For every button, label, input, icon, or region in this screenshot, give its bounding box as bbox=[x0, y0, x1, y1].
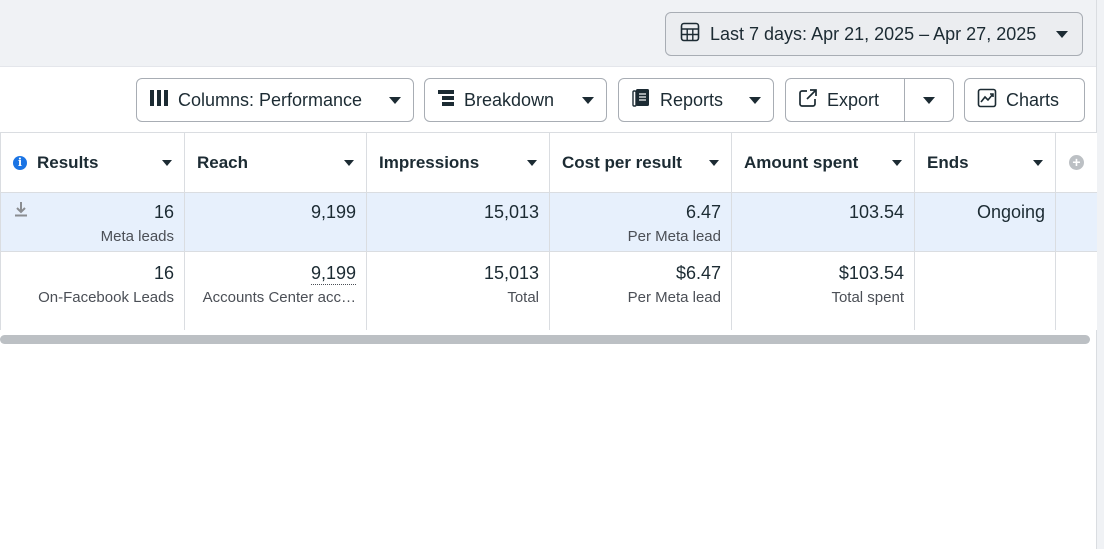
header-label: Reach bbox=[197, 152, 249, 172]
chevron-down-icon[interactable] bbox=[1033, 159, 1043, 166]
cell-ends: Ongoing bbox=[915, 193, 1056, 251]
cell-amount-spent: 103.54 bbox=[732, 193, 915, 251]
ends-value: Ongoing bbox=[976, 202, 1045, 222]
table-row[interactable]: 16 Meta leads 9,199 15,013 6.47 Per Meta… bbox=[1, 193, 1097, 252]
results-sub: Meta leads bbox=[100, 228, 174, 245]
chevron-down-icon bbox=[1056, 30, 1068, 38]
header-impressions[interactable]: Impressions bbox=[367, 133, 550, 192]
date-range-label: Last 7 days: Apr 21, 2025 – Apr 27, 2025 bbox=[710, 23, 1037, 44]
cell-empty bbox=[1056, 193, 1097, 251]
ads-manager-page: Last 7 days: Apr 21, 2025 – Apr 27, 2025… bbox=[0, 0, 1104, 549]
reports-icon bbox=[631, 88, 651, 113]
info-icon[interactable]: i bbox=[13, 155, 27, 170]
header-label: Impressions bbox=[379, 152, 480, 172]
reports-label: Reports bbox=[660, 89, 724, 110]
chevron-down-icon[interactable] bbox=[709, 159, 719, 166]
cost-sub: Per Meta lead bbox=[627, 289, 721, 306]
cell-reach: 9,199 Accounts Center acc… bbox=[185, 252, 367, 330]
cell-amount-spent: $103.54 Total spent bbox=[732, 252, 915, 330]
columns-button[interactable]: Columns: Performance bbox=[136, 78, 414, 122]
charts-button[interactable]: Charts bbox=[964, 78, 1085, 122]
chevron-down-icon[interactable] bbox=[162, 159, 172, 166]
chevron-down-icon bbox=[582, 96, 594, 104]
header-label: Results bbox=[37, 152, 99, 172]
amount-value: 103.54 bbox=[848, 202, 904, 222]
chevron-down-icon[interactable] bbox=[892, 159, 902, 166]
results-value: 16 bbox=[153, 202, 174, 222]
cell-reach: 9,199 bbox=[185, 193, 367, 251]
chevron-down-icon[interactable] bbox=[527, 159, 537, 166]
breakdown-label: Breakdown bbox=[464, 89, 555, 110]
charts-label: Charts bbox=[1006, 89, 1060, 110]
impressions-sub: Total bbox=[507, 289, 539, 306]
breakdown-icon bbox=[437, 89, 455, 112]
cell-cost-per-result: $6.47 Per Meta lead bbox=[550, 252, 732, 330]
table-header-row: i Results Reach Impressions Cost per res… bbox=[1, 133, 1097, 193]
results-value: 16 bbox=[153, 263, 174, 283]
cost-sub: Per Meta lead bbox=[627, 228, 721, 245]
header-reach[interactable]: Reach bbox=[185, 133, 367, 192]
table-row-totals: 16 On-Facebook Leads 9,199 Accounts Cent… bbox=[1, 252, 1097, 330]
chevron-down-icon bbox=[389, 96, 401, 104]
cost-value: 6.47 bbox=[685, 202, 721, 222]
cell-results: 16 On-Facebook Leads bbox=[1, 252, 185, 330]
header-amount-spent[interactable]: Amount spent bbox=[732, 133, 915, 192]
results-table: i Results Reach Impressions Cost per res… bbox=[0, 132, 1097, 330]
reports-button[interactable]: Reports bbox=[618, 78, 774, 122]
header-label: Cost per result bbox=[562, 152, 682, 172]
external-link-icon bbox=[798, 88, 818, 113]
export-button[interactable]: Export bbox=[786, 79, 905, 121]
chevron-down-icon bbox=[923, 96, 935, 104]
add-column-icon[interactable]: + bbox=[1069, 155, 1084, 170]
add-column-cell: + bbox=[1056, 133, 1097, 192]
chevron-down-icon[interactable] bbox=[344, 159, 354, 166]
reach-sub: Accounts Center acc… bbox=[202, 289, 356, 306]
export-label: Export bbox=[827, 89, 880, 110]
results-sub: On-Facebook Leads bbox=[38, 289, 174, 306]
impressions-value: 15,013 bbox=[483, 202, 539, 222]
amount-sub: Total spent bbox=[831, 289, 904, 306]
reach-value: 9,199 bbox=[310, 202, 356, 222]
line-chart-icon bbox=[977, 88, 997, 113]
impressions-value: 15,013 bbox=[483, 263, 539, 283]
date-range-button[interactable]: Last 7 days: Apr 21, 2025 – Apr 27, 2025 bbox=[665, 12, 1083, 56]
download-icon[interactable] bbox=[14, 201, 28, 222]
cell-results: 16 Meta leads bbox=[1, 193, 185, 251]
cell-empty bbox=[1056, 252, 1097, 330]
header-label: Amount spent bbox=[744, 152, 859, 172]
amount-value: $103.54 bbox=[838, 263, 904, 283]
cell-ends bbox=[915, 252, 1056, 330]
cell-impressions: 15,013 Total bbox=[367, 252, 550, 330]
breakdown-button[interactable]: Breakdown bbox=[424, 78, 607, 122]
reach-value[interactable]: 9,199 bbox=[310, 263, 356, 285]
export-button-group: Export bbox=[785, 78, 954, 122]
columns-icon bbox=[149, 89, 169, 112]
header-ends[interactable]: Ends bbox=[915, 133, 1056, 192]
vertical-scroll-edge bbox=[1096, 0, 1104, 549]
columns-label: Columns: Performance bbox=[178, 89, 363, 110]
cell-cost-per-result: 6.47 Per Meta lead bbox=[550, 193, 732, 251]
cost-value: $6.47 bbox=[675, 263, 721, 283]
horizontal-scrollbar[interactable] bbox=[0, 335, 1090, 344]
cell-impressions: 15,013 bbox=[367, 193, 550, 251]
chevron-down-icon bbox=[749, 96, 761, 104]
export-dropdown-button[interactable] bbox=[905, 79, 953, 121]
header-label: Ends bbox=[927, 152, 969, 172]
header-results[interactable]: i Results bbox=[1, 133, 185, 192]
header-cost-per-result[interactable]: Cost per result bbox=[550, 133, 732, 192]
calendar-icon bbox=[680, 22, 700, 47]
